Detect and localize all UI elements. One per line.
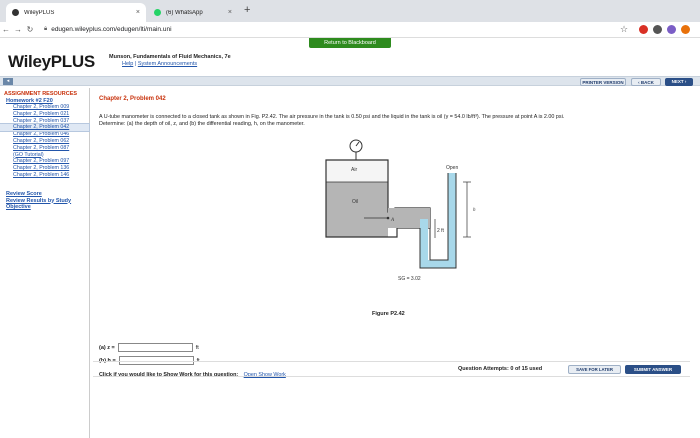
save-for-later-button[interactable]: SAVE FOR LATER [568,365,621,374]
wileyplus-favicon-icon [12,9,19,16]
reload-icon[interactable]: ↻ [24,25,36,34]
h-label: h [473,208,476,213]
problem-text: A U-tube manometer is connected to a clo… [99,114,565,120]
sidebar-item-problem[interactable]: Chapter 2, Problem 097 [0,158,89,165]
sidebar-item-problem[interactable]: Chapter 2, Problem 087 [0,145,89,152]
collapse-sidebar-icon[interactable]: ◂ [3,78,13,85]
browser-tab-bar: WileyPLUS × (6) WhatsApp × + [0,0,700,22]
address-bar: ← → ↻ 🔒︎ edugen.wileyplus.com/edugen/lti… [0,22,700,38]
submission-bar: Question Attempts: 0 of 15 used SAVE FOR… [93,361,690,377]
sidebar-item-problem[interactable]: Chapter 2, Problem 009 [0,104,89,111]
question-attempts: Question Attempts: 0 of 15 used [458,366,543,372]
wileyplus-logo: WileyPLUS [8,52,95,71]
sidebar-item-problem[interactable]: Chapter 2, Problem 136 [0,165,89,172]
new-tab-button[interactable]: + [244,4,250,16]
return-to-blackboard-button[interactable]: Return to Blackboard [309,38,391,48]
book-title: Munson, Fundamentals of Fluid Mechanics,… [109,54,231,60]
sidebar-item-problem[interactable]: Chapter 2, Problem 037 [0,118,89,125]
two-ft-label: 2 ft [437,228,445,234]
problem-title: Chapter 2, Problem 042 [99,96,166,102]
review-score-link[interactable]: Review Score [0,191,89,198]
open-label: Open [446,165,458,171]
sidebar-item-problem[interactable]: Chapter 2, Problem 021 [0,111,89,118]
extension-icon[interactable] [681,25,690,34]
figure-caption: Figure P2.42 [372,311,405,317]
system-announcements-link[interactable]: System Announcements [138,61,197,67]
page: Return to Blackboard WileyPLUS Munson, F… [0,38,700,438]
manometer-figure: Air Oil Open z A h 2 ft SG = 3.02 [325,139,476,282]
sidebar-item-problem[interactable]: Chapter 2, Problem 046 [0,131,89,138]
url-field[interactable]: 🔒︎ edugen.wileyplus.com/edugen/lti/main.… [44,26,172,33]
tab-wileyplus[interactable]: WileyPLUS × [6,3,146,22]
help-link[interactable]: Help [122,61,133,67]
printer-version-button[interactable]: PRINTER VERSION [580,78,626,86]
toolbar: ◂ PRINTER VERSION ‹ BACK NEXT › [0,76,700,86]
review-results-link-continued[interactable]: Objective [0,204,89,211]
sidebar-heading: ASSIGNMENT RESOURCES [4,91,78,97]
tab-title: WileyPLUS [24,9,55,16]
extension-icon[interactable] [639,25,648,34]
back-arrow-icon[interactable]: ← [0,25,12,34]
problem-text: Determine: (a) the depth of oil, z, and … [99,121,305,127]
answer-a-label: (a) z = [99,344,115,351]
oil-label: Oil [352,199,358,205]
tab-whatsapp[interactable]: (6) WhatsApp × [148,3,238,22]
air-label: Air [351,167,357,173]
submit-answer-button[interactable]: SUBMIT ANSWER [625,365,681,374]
sidebar: ASSIGNMENT RESOURCES Homework #2 F20 Cha… [0,88,90,438]
sidebar-item-problem[interactable]: Chapter 2, Problem 146 [0,172,89,179]
sidebar-item-go-tutorial[interactable]: (GO Tutorial) [0,152,89,159]
close-tab-icon[interactable]: × [228,9,232,16]
sg-label: SG = 3.02 [398,276,421,282]
header-links: Help | System Announcements [122,61,197,67]
profile-avatar-icon[interactable] [667,25,676,34]
oil-region [326,182,388,237]
sidebar-item-problem[interactable]: Chapter 2, Problem 062 [0,138,89,145]
close-tab-icon[interactable]: × [136,9,140,16]
answer-z-input[interactable] [117,343,193,352]
extension-icon[interactable] [653,25,662,34]
next-button[interactable]: NEXT › [665,78,693,86]
url-text: edugen.wileyplus.com/edugen/lti/main.uni [51,26,172,33]
forward-arrow-icon[interactable]: → [12,25,24,34]
tab-title: (6) WhatsApp [166,9,203,16]
review-results-link[interactable]: Review Results by Study [0,198,89,205]
lock-icon: 🔒︎ [44,26,48,32]
back-button[interactable]: ‹ BACK [631,78,661,86]
whatsapp-favicon-icon [154,9,161,16]
sidebar-item-problem-selected[interactable]: Chapter 2, Problem 042 [0,123,90,133]
answer-a-unit: ft [195,344,199,351]
bookmark-star-icon[interactable]: ☆ [620,24,628,35]
answer-row-a: (a) z = ft [99,343,199,352]
